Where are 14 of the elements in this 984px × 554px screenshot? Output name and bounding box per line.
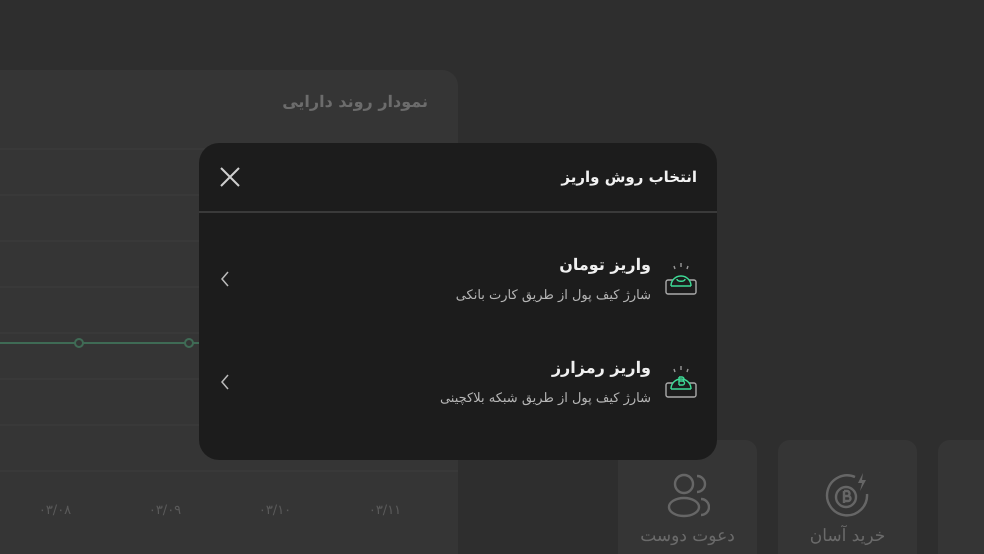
dialog-title: انتخاب روش واریز — [561, 168, 697, 186]
bitcoin-bolt-icon — [824, 472, 870, 518]
deposit-option[interactable]: واریز تومان شارژ کیف پول از طریق کارت بانکی — [199, 227, 717, 330]
chevron-icon — [219, 372, 231, 390]
close-button[interactable] — [219, 166, 241, 188]
option-description: شارژ کیف پول از طریق شبکه بلاکچینی — [438, 390, 651, 406]
users-icon — [666, 472, 710, 518]
option-description: شارژ کیف پول از طریق کارت بانکی — [454, 288, 651, 302]
wallet-bitcoin-icon — [665, 364, 697, 398]
option-title: واریز رمزارز — [550, 358, 651, 376]
wallet-coin-icon — [665, 262, 697, 296]
deposit-option[interactable]: واریز رمزارز شارژ کیف پول از طریق شبکه بلاکچینی — [199, 330, 717, 433]
chevron-icon — [219, 270, 231, 288]
option-title: واریز تومان — [558, 254, 651, 274]
